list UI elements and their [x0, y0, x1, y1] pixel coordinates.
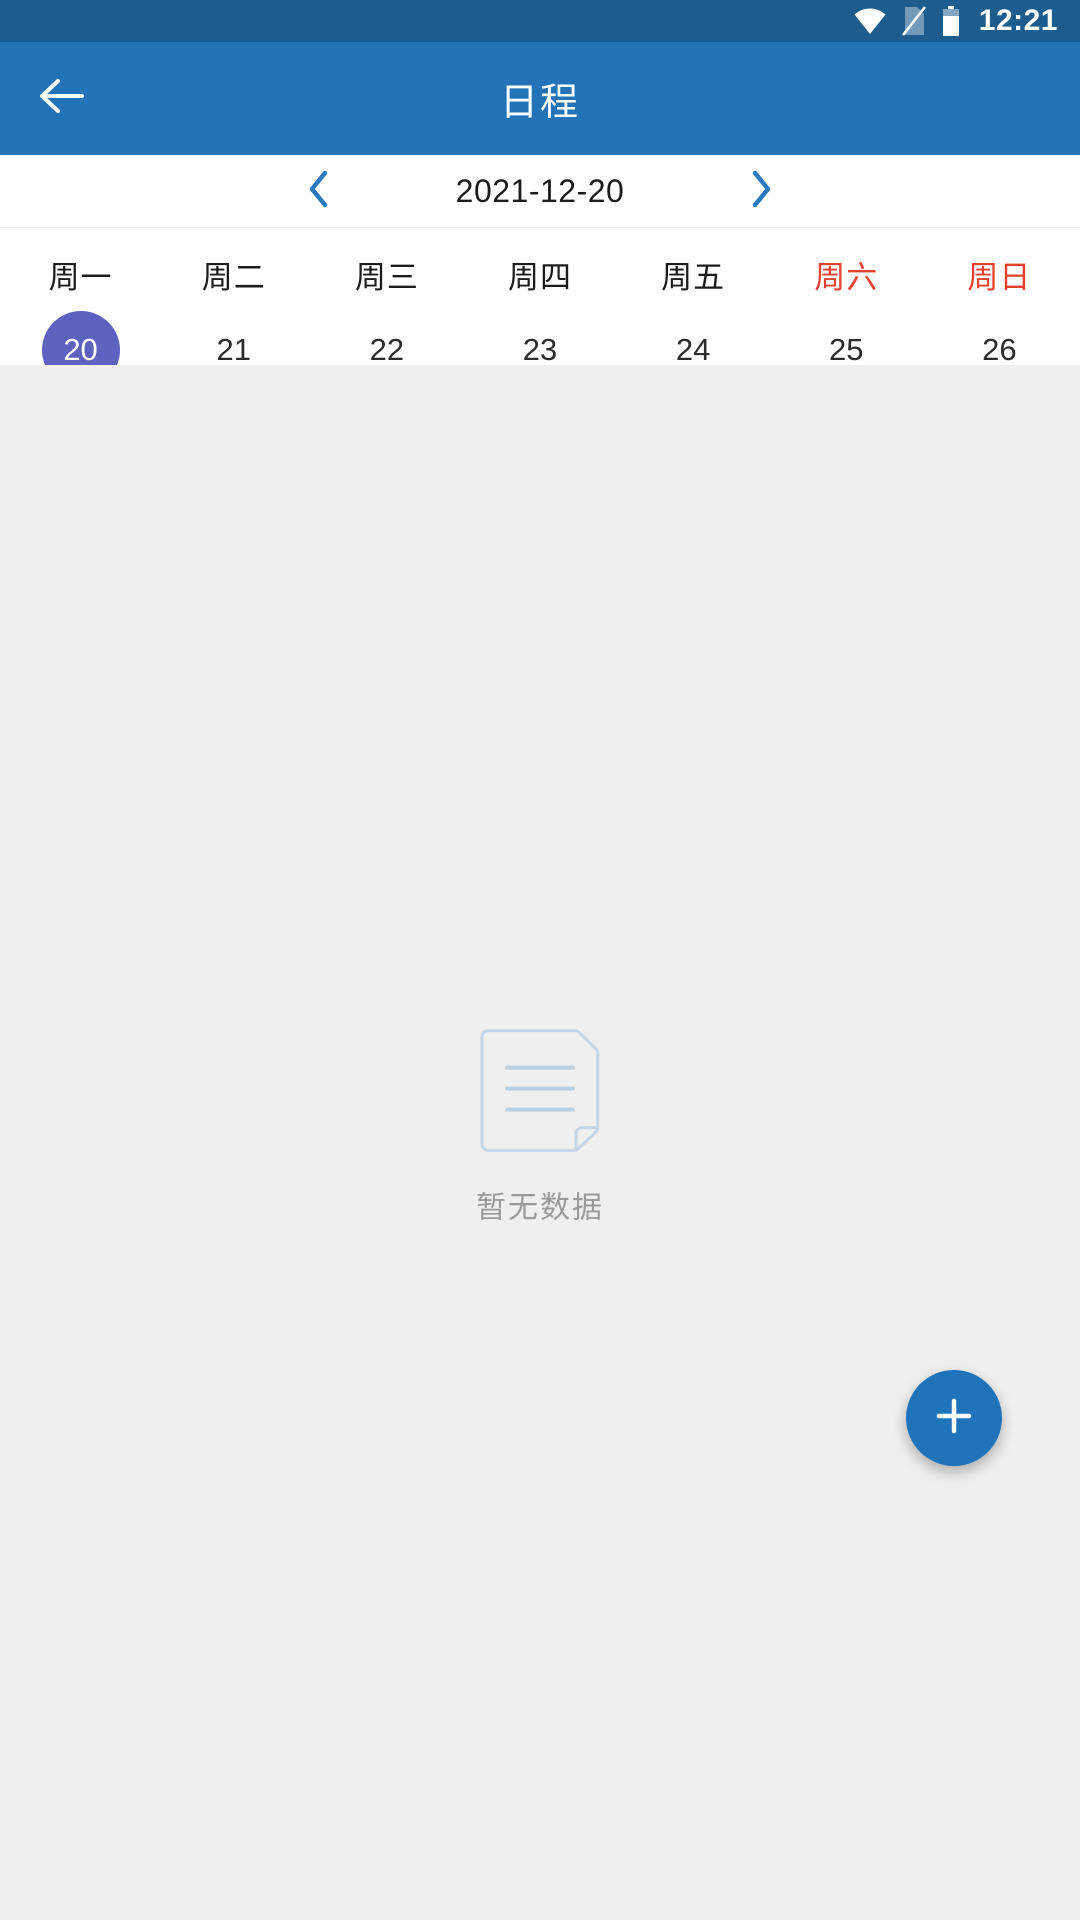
weekday-label: 周日 [967, 260, 1032, 295]
weekday-label: 周四 [507, 260, 572, 295]
status-bar: 12:21 [0, 0, 1080, 42]
weekday-cell: 周二 [157, 252, 310, 297]
next-week-button[interactable] [733, 163, 789, 219]
status-bar-clock: 12:21 [978, 4, 1058, 37]
weekday-cell: 周一 [4, 252, 157, 297]
empty-state-text: 暂无数据 [476, 1191, 604, 1225]
weekday-label: 周三 [354, 260, 419, 295]
weekday-label: 周二 [201, 260, 266, 295]
chevron-right-icon [750, 170, 772, 213]
current-date-label[interactable]: 2021-12-20 [425, 173, 655, 210]
back-button[interactable] [26, 63, 98, 135]
empty-document-icon [479, 1027, 601, 1160]
weekday-cell: 周四 [463, 252, 616, 297]
weekday-cell: 周三 [310, 252, 463, 297]
arrow-left-icon [39, 78, 85, 119]
plus-icon [933, 1395, 975, 1442]
add-schedule-fab[interactable] [906, 1370, 1002, 1466]
weekday-cell: 周六 [770, 252, 923, 297]
weekday-label: 周一 [48, 260, 113, 295]
no-sim-icon [901, 6, 927, 36]
page-title: 日程 [499, 82, 580, 124]
date-navigation: 2021-12-20 [0, 155, 1080, 228]
app-bar: 日程 [0, 42, 1080, 155]
weekday-cell: 周日 [923, 252, 1076, 297]
weekday-header-row: 周一 周二 周三 周四 周五 周六 周日 [0, 228, 1080, 297]
weekday-label: 周六 [814, 260, 879, 295]
empty-state: 暂无数据 [476, 1027, 604, 1226]
prev-week-button[interactable] [291, 163, 347, 219]
weekday-label: 周五 [661, 260, 726, 295]
battery-icon [941, 6, 961, 36]
wifi-icon [853, 8, 887, 34]
schedule-content-area: 暂无数据 [0, 365, 1080, 1920]
weekday-cell: 周五 [617, 252, 770, 297]
chevron-left-icon [308, 170, 330, 213]
